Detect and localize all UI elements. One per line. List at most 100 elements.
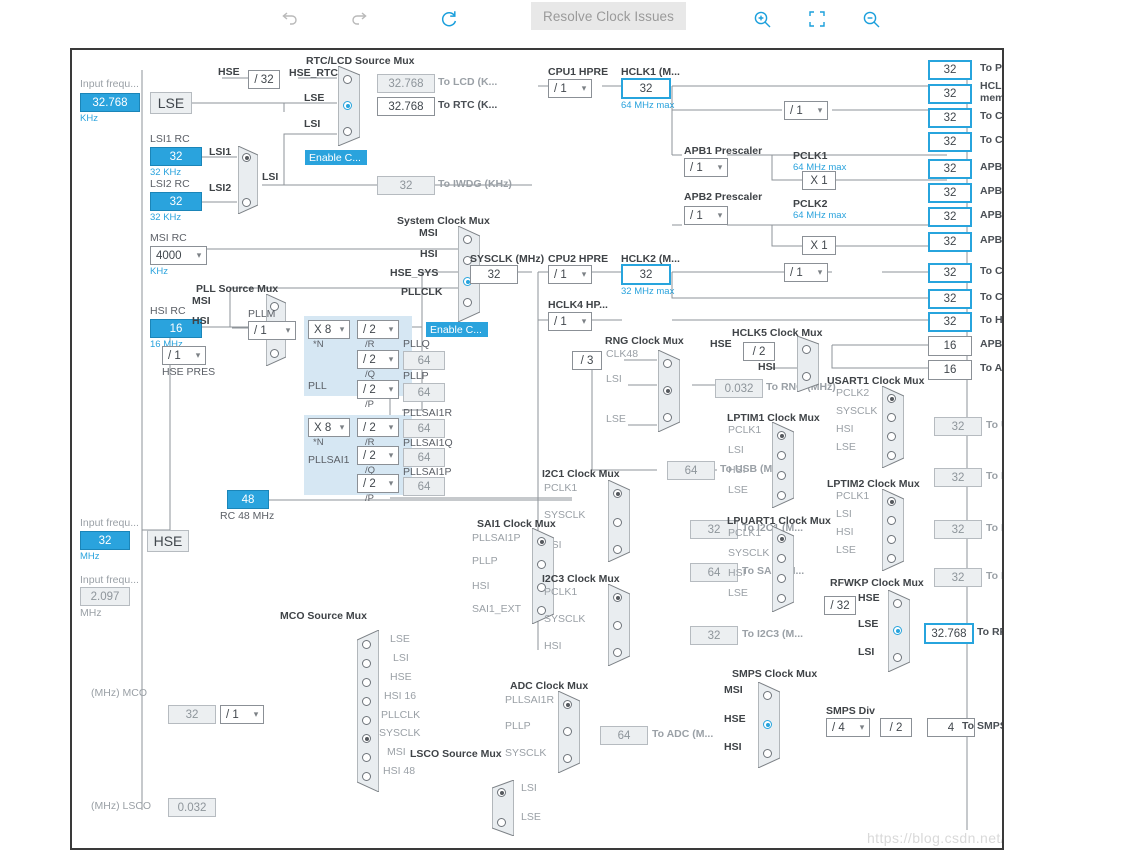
lse-input-frequency[interactable]: 32.768: [80, 93, 140, 112]
i2c1-mux-radio-0[interactable]: [613, 489, 622, 498]
smps-mux-radio-2[interactable]: [763, 749, 772, 758]
smps-div-dropdown[interactable]: / 4▾: [826, 718, 870, 737]
to-lptim2-label: To LPTIM2 (MHz): [986, 522, 1004, 534]
plln-dropdown[interactable]: X 8▾: [308, 320, 350, 339]
zoom-in-icon[interactable]: [747, 4, 777, 34]
lsi-mux-radio-0[interactable]: [242, 153, 251, 162]
undo-icon[interactable]: [274, 4, 304, 34]
mco-source-mux[interactable]: [357, 630, 379, 792]
apb2-prescaler-dropdown[interactable]: / 1▾: [684, 206, 728, 225]
smps-mux-radio-0[interactable]: [763, 691, 772, 700]
rtc-lcd-mux-radio-0[interactable]: [343, 75, 352, 84]
rfwkp-mux-radio-0[interactable]: [893, 599, 902, 608]
plln-value: X 8: [309, 324, 335, 336]
lse-oscillator[interactable]: LSE: [150, 92, 192, 114]
lptim2-mux-radio-1[interactable]: [887, 516, 896, 525]
hse-pres-dropdown[interactable]: / 1▾: [162, 346, 206, 365]
system-clock-enable-button[interactable]: Enable C...: [426, 322, 488, 337]
refresh-icon[interactable]: [434, 4, 464, 34]
i2c3-mux-radio-1[interactable]: [613, 621, 622, 630]
hclk5-mux-radio-1[interactable]: [802, 372, 811, 381]
usart1-mux-radio-0[interactable]: [887, 394, 896, 403]
fit-to-screen-icon[interactable]: [802, 4, 832, 34]
clock-configuration-canvas[interactable]: Input frequ... 32.768 KHz LSE HSE / 32 R…: [70, 48, 1004, 850]
lptim2-mux-radio-2[interactable]: [887, 535, 896, 544]
adc-mux-radio-1[interactable]: [563, 727, 572, 736]
mco-mux-radio-4[interactable]: [362, 716, 371, 725]
lptim1-mux-radio-0[interactable]: [777, 431, 786, 440]
lpuart1-mux-radio-0[interactable]: [777, 534, 786, 543]
lsi2-value[interactable]: 32: [150, 192, 202, 211]
hse-input-frequency[interactable]: 32: [80, 531, 130, 550]
pllsai1-p-dropdown[interactable]: / 2▾: [357, 474, 399, 493]
mco-mux-radio-6[interactable]: [362, 753, 371, 762]
rfwkp-mux-radio-2[interactable]: [893, 653, 902, 662]
pll-source-mux-radio-2[interactable]: [270, 349, 279, 358]
adc-mux-radio-0[interactable]: [563, 700, 572, 709]
cpu1-systick-div-dropdown[interactable]: / 1▾: [784, 101, 828, 120]
system-clock-mux-radio-3[interactable]: [463, 298, 472, 307]
mco-mux-radio-0[interactable]: [362, 640, 371, 649]
lsi-mux-radio-1[interactable]: [242, 198, 251, 207]
mco-mux-radio-3[interactable]: [362, 697, 371, 706]
i2c3-mux-radio-2[interactable]: [613, 648, 622, 657]
redo-icon[interactable]: [345, 4, 375, 34]
msi-range-dropdown[interactable]: 4000▾: [150, 246, 207, 265]
usart1-mux-radio-1[interactable]: [887, 413, 896, 422]
rfwkp-mux-radio-1[interactable]: [893, 626, 902, 635]
hclk2-value: 32: [621, 264, 671, 285]
lptim2-mux-radio-3[interactable]: [887, 554, 896, 563]
lsi1-value[interactable]: 32: [150, 147, 202, 166]
rng-mux-radio-1[interactable]: [663, 386, 672, 395]
pllsai1-n-dropdown[interactable]: X 8▾: [308, 418, 350, 437]
sai1-mux-radio-1[interactable]: [537, 560, 546, 569]
rng-mux-radio-0[interactable]: [663, 359, 672, 368]
mco-mux-radio-1[interactable]: [362, 659, 371, 668]
cpu1-hpre-label: CPU1 HPRE: [548, 66, 608, 78]
mco-mux-radio-5[interactable]: [362, 734, 371, 743]
pllp-dropdown[interactable]: / 2▾: [357, 380, 399, 399]
lptim1-mux-radio-1[interactable]: [777, 451, 786, 460]
rtc-enable-clock-button[interactable]: Enable C...: [305, 150, 367, 165]
lpuart1-mux-radio-2[interactable]: [777, 574, 786, 583]
cpu2-systick-div-dropdown[interactable]: / 1▾: [784, 263, 828, 282]
hclk5-mux-radio-0[interactable]: [802, 345, 811, 354]
sai1-mux-radio-0[interactable]: [537, 537, 546, 546]
mco-mux-radio-7[interactable]: [362, 772, 371, 781]
lptim1-mux-radio-3[interactable]: [777, 491, 786, 500]
lptim2-mux-radio-0[interactable]: [887, 497, 896, 506]
smps-mux-radio-1[interactable]: [763, 720, 772, 729]
rtc-lcd-mux-radio-1[interactable]: [343, 101, 352, 110]
mco-div-dropdown[interactable]: / 1▾: [220, 705, 264, 724]
i2c1-mux-radio-2[interactable]: [613, 545, 622, 554]
pclk2-max: 64 MHz max: [793, 210, 846, 221]
lpuart1-mux-radio-1[interactable]: [777, 554, 786, 563]
zoom-out-icon[interactable]: [856, 4, 886, 34]
pllsai1-r-dropdown[interactable]: / 2▾: [357, 418, 399, 437]
lptim1-mux-radio-2[interactable]: [777, 471, 786, 480]
resolve-clock-issues-button[interactable]: Resolve Clock Issues: [531, 2, 686, 30]
mco-mux-radio-2[interactable]: [362, 678, 371, 687]
lpuart1-mux-radio-3[interactable]: [777, 594, 786, 603]
rtc-lcd-mux-radio-2[interactable]: [343, 127, 352, 136]
apb1-prescaler-dropdown[interactable]: / 1▾: [684, 158, 728, 177]
i2c1-mux-radio-1[interactable]: [613, 518, 622, 527]
usart1-mux-radio-3[interactable]: [887, 451, 896, 460]
i2c3-mux-radio-0[interactable]: [613, 593, 622, 602]
adc-mux-radio-2[interactable]: [563, 754, 572, 763]
pllm-dropdown[interactable]: / 1▾: [248, 321, 296, 340]
hse-oscillator[interactable]: HSE: [147, 530, 189, 552]
lsco-mux-radio-0[interactable]: [497, 788, 506, 797]
usart1-mux-radio-2[interactable]: [887, 432, 896, 441]
hclk5-divider: / 2: [743, 342, 775, 361]
pllsai1-q-dropdown[interactable]: / 2▾: [357, 446, 399, 465]
cpu1-hpre-dropdown[interactable]: / 1▾: [548, 79, 592, 98]
rng-mux-radio-2[interactable]: [663, 413, 672, 422]
cpu2-hpre-dropdown[interactable]: / 1▾: [548, 265, 592, 284]
pllq-dropdown[interactable]: / 2▾: [357, 350, 399, 369]
system-clock-mux-radio-0[interactable]: [463, 235, 472, 244]
hsi48-value[interactable]: 48: [227, 490, 269, 509]
hclk4-dropdown[interactable]: / 1▾: [548, 312, 592, 331]
lsco-mux-radio-1[interactable]: [497, 818, 506, 827]
pllr-dropdown[interactable]: / 2▾: [357, 320, 399, 339]
